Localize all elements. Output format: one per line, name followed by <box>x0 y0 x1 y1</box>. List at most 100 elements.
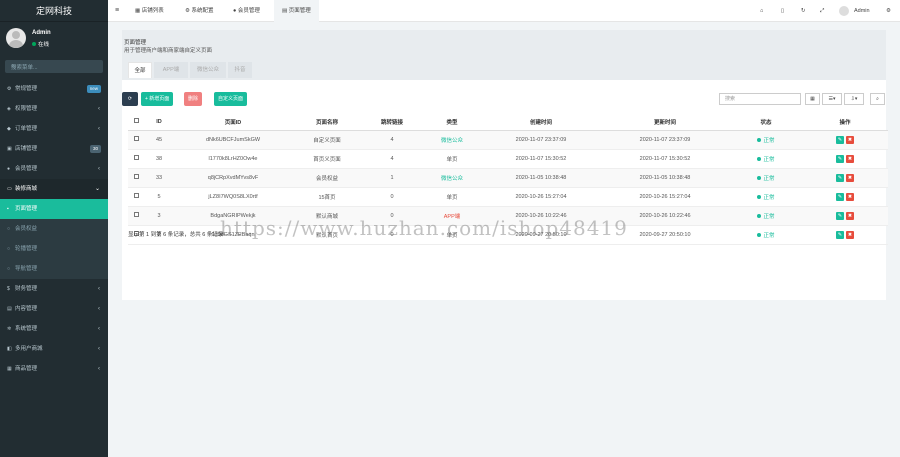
sidebar-item-pages[interactable]: ▪ 页面管理 <box>0 199 108 219</box>
table-row[interactable]: 45 dNk6UBCFJumSkGW 自定义页面 4 微信公众 2020-11-… <box>128 130 888 150</box>
export-dropdown-icon[interactable]: ⇩▾ <box>844 93 864 105</box>
count-badge: 30 <box>89 145 101 153</box>
sidebar-item-multi-store[interactable]: ◧ 多用户商城 ‹ <box>0 339 108 359</box>
user-panel: Admin 在线 <box>0 22 108 54</box>
sidebar-item-orders[interactable]: ◆ 订单管理 ‹ <box>0 119 108 139</box>
cell-type[interactable]: 微信公众 <box>422 130 482 150</box>
chevron-left-icon: ‹ <box>98 366 100 372</box>
admin-name[interactable]: Admin <box>854 0 870 22</box>
edit-icon[interactable]: ✎ <box>836 135 844 144</box>
col-page-name[interactable]: 页面名称 <box>292 114 362 131</box>
sidebar-item-member-rights[interactable]: ○ 会员权益 <box>0 219 108 239</box>
sidebar-item-members[interactable]: ● 会员管理 ‹ <box>0 159 108 179</box>
table-row[interactable]: 5 jLZ8I7WQ0S8LX0rtf 15首页 0 单页 2020-10-26… <box>128 187 888 207</box>
col-updated[interactable]: 更新时间 <box>600 114 730 131</box>
cell-created: 2020-11-05 10:38:48 <box>482 168 600 188</box>
online-dot-icon <box>32 42 36 46</box>
chevron-down-icon: ⌄ <box>94 186 100 192</box>
search-icon[interactable]: ⌕ <box>11 63 96 70</box>
cell-id: 33 <box>144 168 174 188</box>
tab-douyin[interactable]: 抖音 <box>228 62 252 78</box>
cell-updated: 2020-11-07 15:30:52 <box>600 149 730 169</box>
store-icon: ◧ <box>7 346 12 352</box>
sidebar-item-products[interactable]: ▦ 商品管理 ‹ <box>0 359 108 379</box>
cell-updated: 2020-10-26 15:27:04 <box>600 187 730 207</box>
edit-icon[interactable]: ✎ <box>836 230 844 239</box>
sidebar-item-shops[interactable]: ▣ 店铺管理 30 <box>0 139 108 159</box>
select-all-checkbox[interactable] <box>133 118 139 124</box>
tab-members[interactable]: ● 会员管理 <box>228 0 265 22</box>
cell-status: 正常 <box>730 168 802 188</box>
table-view-icon[interactable]: ▦ <box>805 93 820 105</box>
cell-link: 0 <box>362 187 422 207</box>
sidebar-item-system[interactable]: ✲ 系统管理 ‹ <box>0 319 108 339</box>
row-checkbox[interactable] <box>133 212 139 217</box>
sidebar-item-banners[interactable]: ○ 轮播管理 <box>0 239 108 259</box>
delete-icon[interactable]: ✖ <box>846 230 854 239</box>
delete-icon[interactable]: ✖ <box>846 154 854 163</box>
sidebar-item-finance[interactable]: $ 财务管理 ‹ <box>0 279 108 299</box>
table-row[interactable]: 33 q8jCRpXvdMYvs8vF 会员权益 1 微信公众 2020-11-… <box>128 168 888 188</box>
edit-icon[interactable]: ✎ <box>836 211 844 220</box>
settings-icon[interactable]: ⚙ <box>886 0 891 22</box>
edit-icon[interactable]: ✎ <box>836 154 844 163</box>
top-avatar[interactable] <box>839 6 849 16</box>
edit-icon[interactable]: ✎ <box>836 192 844 201</box>
cell-type[interactable]: 单页 <box>422 149 482 169</box>
col-id[interactable]: ID <box>144 114 174 131</box>
custom-page-button[interactable]: 自定义页面 <box>214 92 248 106</box>
row-checkbox[interactable] <box>133 174 139 179</box>
advanced-search-icon[interactable]: ⌕ <box>870 93 885 105</box>
columns-dropdown-icon[interactable]: ☰▾ <box>822 93 842 105</box>
add-page-button[interactable]: + 新增页面 <box>141 92 174 106</box>
delete-icon[interactable]: ✖ <box>846 135 854 144</box>
home-icon[interactable]: ⌂ <box>760 0 763 22</box>
desktop-icon: ▭ <box>7 186 12 192</box>
sidebar-search-input[interactable]: 搜索菜单... ⌕ <box>5 60 103 73</box>
row-select <box>128 206 144 226</box>
cell-type[interactable]: 微信公众 <box>422 168 482 188</box>
refresh-icon[interactable]: ↻ <box>801 0 806 22</box>
delete-button[interactable]: 删除 <box>184 92 203 106</box>
edit-icon[interactable]: ✎ <box>836 173 844 182</box>
delete-icon[interactable]: ✖ <box>846 173 854 182</box>
tab-pages[interactable]: ▤ 页面管理 <box>274 0 319 22</box>
col-page-id[interactable]: 页面ID <box>174 114 292 131</box>
cell-link: 4 <box>362 149 422 169</box>
row-checkbox[interactable] <box>133 136 139 141</box>
refresh-button[interactable]: ⟳ <box>122 92 138 106</box>
cell-type[interactable]: 单页 <box>422 187 482 207</box>
app-logo[interactable]: 定网科技 <box>0 0 108 22</box>
cell-actions: ✎ ✖ <box>802 187 888 207</box>
fullscreen-icon[interactable]: ⤢ <box>820 0 824 22</box>
tab-app[interactable]: APP端 <box>154 62 188 78</box>
col-link[interactable]: 跳转链接 <box>362 114 422 131</box>
money-icon: $ <box>7 286 10 292</box>
sidebar-item-auth[interactable]: ◈ 权限管理 ‹ <box>0 99 108 119</box>
col-type[interactable]: 类型 <box>422 114 482 131</box>
status-dot-icon <box>757 233 762 238</box>
row-checkbox[interactable] <box>133 193 139 198</box>
status-label: 正常 <box>763 232 775 239</box>
tab-shop-list[interactable]: ▦ 店铺列表 <box>130 0 169 22</box>
sidebar-item-general[interactable]: ⚙ 常规管理 new <box>0 79 108 99</box>
tab-label: 系统配置 <box>191 8 214 14</box>
tab-wechat[interactable]: 微信公众 <box>190 62 226 78</box>
delete-icon[interactable]: ✖ <box>846 192 854 201</box>
menu-toggle-icon[interactable]: ≡ <box>115 0 119 22</box>
sidebar-item-content[interactable]: ▤ 内容管理 ‹ <box>0 299 108 319</box>
table-row[interactable]: 38 l1770k8LrHZ0Ow4e 首页义页面 4 单页 2020-11-0… <box>128 149 888 169</box>
trash-icon[interactable]: ▯ <box>781 0 784 22</box>
tab-all[interactable]: 全部 <box>128 62 152 78</box>
delete-icon[interactable]: ✖ <box>846 211 854 220</box>
user-name: Admin <box>32 30 51 36</box>
sidebar-item-navigation[interactable]: ○ 导航管理 <box>0 259 108 279</box>
tab-label: 会员管理 <box>237 8 260 14</box>
tab-system-config[interactable]: ⚙ 系统配置 <box>180 0 218 22</box>
sidebar-item-decoration[interactable]: ▭ 装修商城 ⌄ <box>0 179 108 199</box>
col-status[interactable]: 状态 <box>730 114 802 131</box>
row-checkbox[interactable] <box>133 155 139 160</box>
chevron-left-icon: ‹ <box>98 106 100 112</box>
col-created[interactable]: 创建时间 <box>482 114 600 131</box>
table-search-input[interactable]: 搜索 <box>719 93 801 105</box>
